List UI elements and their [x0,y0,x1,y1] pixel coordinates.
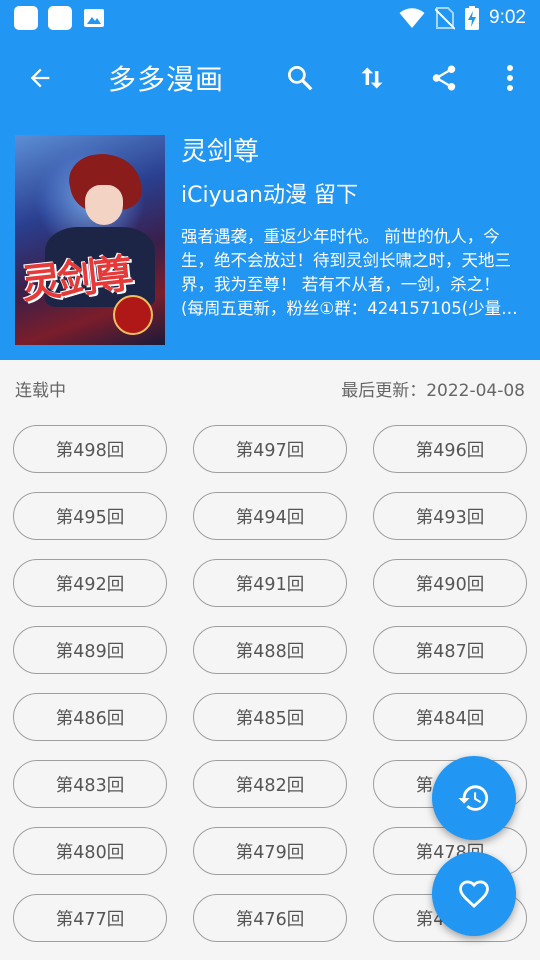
search-button[interactable] [264,36,336,120]
image-icon [84,9,104,27]
cover-seal-logo [113,295,153,335]
chapter-button[interactable]: 第491回 [193,559,347,607]
comic-header: 灵剑尊 灵剑尊 iCiyuan动漫 留下 强者遇袭，重返少年时代。 前世的仇人，… [0,120,540,360]
app-toolbar: 多多漫画 [0,36,540,120]
chapter-button[interactable]: 第495回 [13,492,167,540]
cover-character-face [85,185,123,225]
sort-icon [361,67,383,89]
comic-description: 强者遇袭，重返少年时代。 前世的仇人，今生，绝不会放过！待到灵剑长啸之时，天地三… [181,227,518,318]
favorite-button[interactable] [432,852,516,936]
sort-button[interactable] [336,36,408,120]
chapter-button[interactable]: 第477回 [13,894,167,942]
chapter-button[interactable]: 第490回 [373,559,527,607]
system-status: 9:02 [399,6,526,30]
share-button[interactable] [408,36,480,120]
chapter-button[interactable]: 第487回 [373,626,527,674]
chapter-button[interactable]: 第482回 [193,760,347,808]
clock: 9:02 [489,7,526,28]
more-vert-icon [507,65,513,91]
back-button[interactable] [0,36,80,120]
chapter-button[interactable]: 第479回 [193,827,347,875]
more-options-button[interactable] [480,36,540,120]
heart-outline-icon [459,880,489,908]
back-arrow-icon [30,68,50,88]
share-icon [432,65,456,91]
chapter-button[interactable]: 第488回 [193,626,347,674]
chapter-button[interactable]: 第476回 [193,894,347,942]
comic-title: 灵剑尊 [181,137,260,167]
chapter-button[interactable]: 第498回 [13,425,167,473]
history-icon [458,785,489,811]
status-bar: 9:02 [0,0,540,36]
battery-charging-icon [465,6,480,30]
chapter-button[interactable]: 第493回 [373,492,527,540]
notification-icon [14,6,38,30]
comic-meta: 连载中 最后更新：2022-04-08 [0,360,540,416]
comic-author: iCiyuan动漫 留下 [181,183,358,208]
search-icon [288,66,313,91]
chapter-button[interactable]: 第486回 [13,693,167,741]
chapter-button[interactable]: 第492回 [13,559,167,607]
last-updated: 最后更新：2022-04-08 [341,380,525,401]
chapter-button[interactable]: 第484回 [373,693,527,741]
chapter-button[interactable]: 第497回 [193,425,347,473]
chapter-button[interactable]: 第496回 [373,425,527,473]
chapter-button[interactable]: 第494回 [193,492,347,540]
comic-cover[interactable]: 灵剑尊 [15,135,165,345]
wifi-icon [399,8,425,28]
chapter-button[interactable]: 第483回 [13,760,167,808]
toolbar-actions [264,36,540,120]
notification-area [14,6,106,30]
chapter-button[interactable]: 第489回 [13,626,167,674]
reading-history-button[interactable] [432,756,516,840]
serial-status: 连载中 [15,380,66,401]
notification-icon [48,6,72,30]
app-title: 多多漫画 [108,63,225,96]
chapter-button[interactable]: 第485回 [193,693,347,741]
comic-info: 灵剑尊 iCiyuan动漫 留下 强者遇袭，重返少年时代。 前世的仇人，今生，绝… [181,135,521,321]
no-sim-icon [435,7,456,30]
chapter-button[interactable]: 第480回 [13,827,167,875]
